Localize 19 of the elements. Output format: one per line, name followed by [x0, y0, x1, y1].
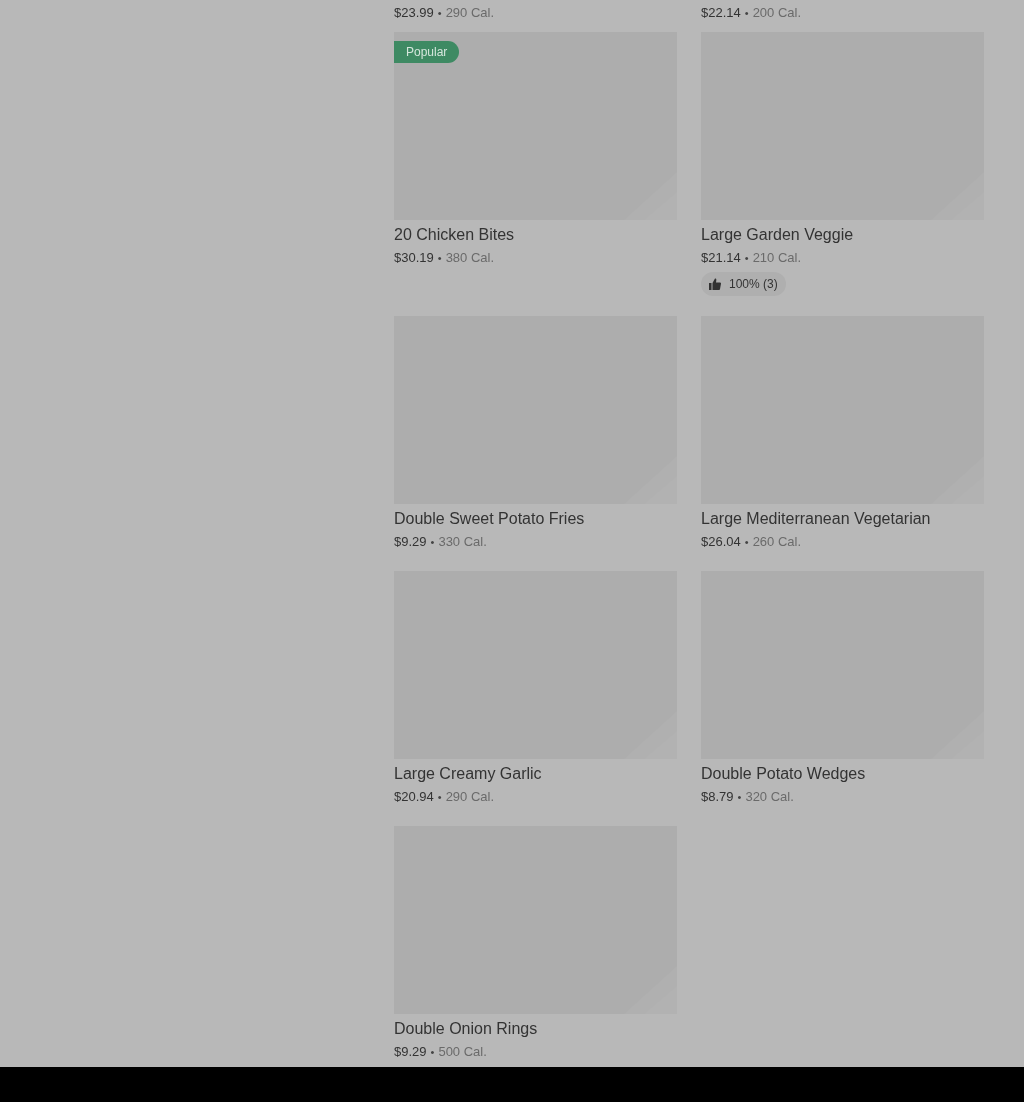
item-name[interactable]: Double Potato Wedges [701, 764, 866, 784]
popular-badge: Popular [394, 41, 460, 63]
rating-badge: 100% (3) [701, 272, 786, 296]
price-calories-line: $21.14 • 210 Cal. [701, 249, 802, 267]
item-name[interactable]: Large Garden Veggie [701, 225, 854, 245]
price-calories-line: $9.29 • 330 Cal. [394, 533, 487, 551]
price-calories-line: $20.94 • 290 Cal. [394, 788, 495, 806]
price-calories-line: $23.99 • 290 Cal. [394, 4, 496, 22]
thumbs-up-icon [709, 278, 721, 290]
item-name[interactable]: Large Creamy Garlic [394, 764, 542, 784]
price-calories-line: $22.14 • 200 Cal. [701, 4, 803, 22]
price-calories-line: $8.79 • 320 Cal. [701, 788, 794, 806]
item-name[interactable]: Double Sweet Potato Fries [394, 509, 585, 529]
price-calories-line: $26.04 • 260 Cal. [701, 533, 802, 551]
item-name[interactable]: Large Mediterranean Vegetarian [701, 509, 931, 529]
item-name[interactable]: Double Onion Rings [394, 1019, 538, 1039]
item-name[interactable]: 20 Chicken Bites [394, 225, 515, 245]
price-calories-line: $9.29 • 500 Cal. [394, 1043, 487, 1061]
price-calories-line: $30.19 • 380 Cal. [394, 249, 495, 267]
